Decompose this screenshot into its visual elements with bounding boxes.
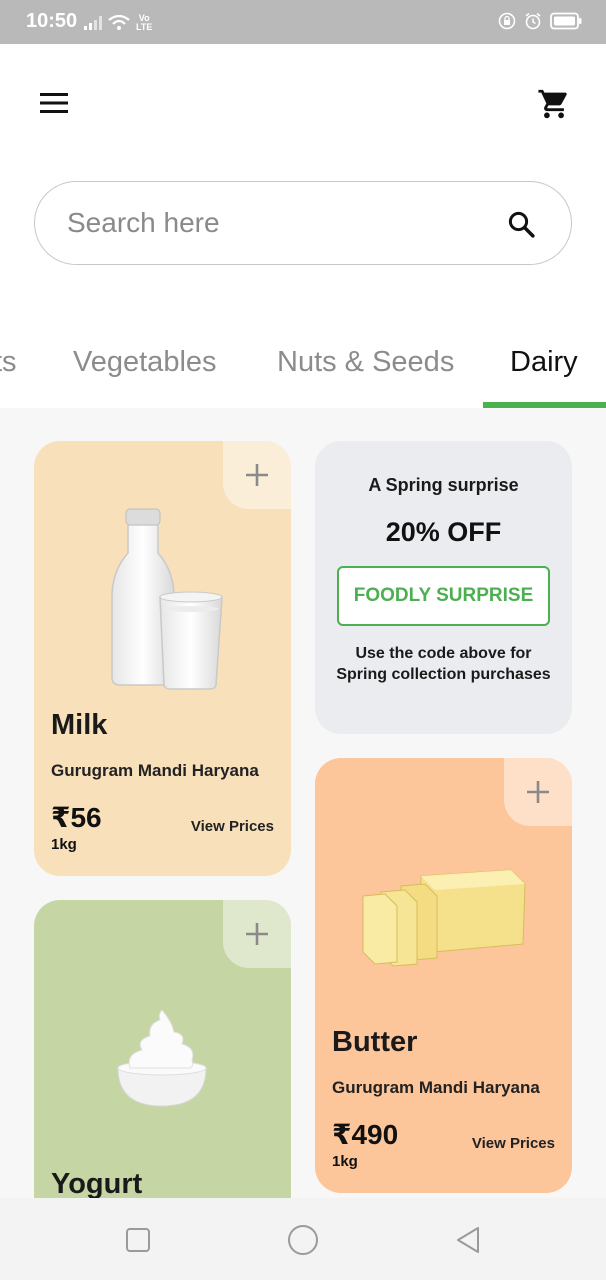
product-name: Yogurt: [51, 1168, 143, 1198]
square-icon: [126, 1228, 150, 1252]
app-header: [0, 44, 606, 164]
plus-icon: [246, 923, 268, 945]
status-time: 10:50: [26, 10, 78, 32]
product-unit: 1kg: [51, 836, 77, 853]
yogurt-image: [117, 1010, 207, 1107]
view-prices-link[interactable]: View Prices: [191, 818, 274, 835]
plus-icon: [246, 464, 268, 486]
tab-dairy[interactable]: Dairy: [510, 346, 578, 379]
system-nav-bar: [0, 1198, 606, 1280]
hamburger-menu-icon: [40, 93, 68, 113]
recent-apps-button[interactable]: [118, 1220, 158, 1260]
product-price: ₹490: [332, 1119, 399, 1150]
circle-icon: [288, 1225, 318, 1255]
product-name: Milk: [51, 709, 108, 741]
product-price: ₹56: [51, 802, 102, 833]
search-input[interactable]: [67, 200, 487, 246]
product-origin: Gurugram Mandi Haryana: [332, 1078, 540, 1097]
product-card-butter[interactable]: Butter Gurugram Mandi Haryana ₹490 1kg V…: [315, 758, 572, 1193]
milk-bottle-image: [111, 508, 223, 690]
search-bar: [34, 181, 572, 265]
product-origin: Gurugram Mandi Haryana: [51, 761, 259, 780]
promo-description: Use the code above for Spring collection…: [336, 645, 551, 683]
add-milk-button[interactable]: [223, 441, 291, 509]
add-butter-button[interactable]: [504, 758, 572, 826]
product-card-milk[interactable]: Milk Gurugram Mandi Haryana ₹56 1kg View…: [34, 441, 291, 876]
promo-discount: 20% OFF: [385, 517, 502, 547]
menu-button[interactable]: [34, 86, 74, 120]
back-triangle-icon: [457, 1227, 479, 1253]
add-yogurt-button[interactable]: [223, 900, 291, 968]
tab-fruits[interactable]: ts: [0, 346, 17, 379]
product-card-yogurt[interactable]: Yogurt: [34, 900, 291, 1198]
back-button[interactable]: [448, 1220, 488, 1260]
alarm-icon: [525, 12, 541, 30]
plus-icon: [527, 781, 549, 803]
search-button[interactable]: [501, 204, 541, 244]
category-tabs: ts Vegetables Nuts & Seeds Dairy: [0, 330, 606, 408]
shopping-cart-icon: [538, 89, 567, 119]
battery-icon: [550, 12, 582, 30]
signal-icon: [84, 16, 102, 30]
product-name: Butter: [332, 1026, 418, 1058]
butter-image: [362, 869, 526, 967]
tab-nuts-seeds[interactable]: Nuts & Seeds: [277, 346, 454, 379]
view-prices-link[interactable]: View Prices: [472, 1135, 555, 1152]
cart-button[interactable]: [530, 82, 578, 126]
search-icon: [508, 211, 535, 238]
promo-code-button[interactable]: FOODLY SURPRISE: [337, 566, 550, 626]
product-grid: Milk Gurugram Mandi Haryana ₹56 1kg View…: [0, 408, 606, 1198]
volte-icon: Vo LTE: [136, 13, 153, 32]
lock-rotation-icon: [498, 12, 516, 30]
promo-card: A Spring surprise 20% OFF FOODLY SURPRIS…: [315, 441, 572, 734]
product-unit: 1kg: [332, 1153, 358, 1170]
promo-title: A Spring surprise: [368, 475, 519, 495]
tab-vegetables[interactable]: Vegetables: [73, 346, 217, 379]
status-bar: 10:50 Vo LTE: [0, 0, 606, 44]
wifi-icon: [108, 15, 130, 30]
home-button[interactable]: [283, 1220, 323, 1260]
